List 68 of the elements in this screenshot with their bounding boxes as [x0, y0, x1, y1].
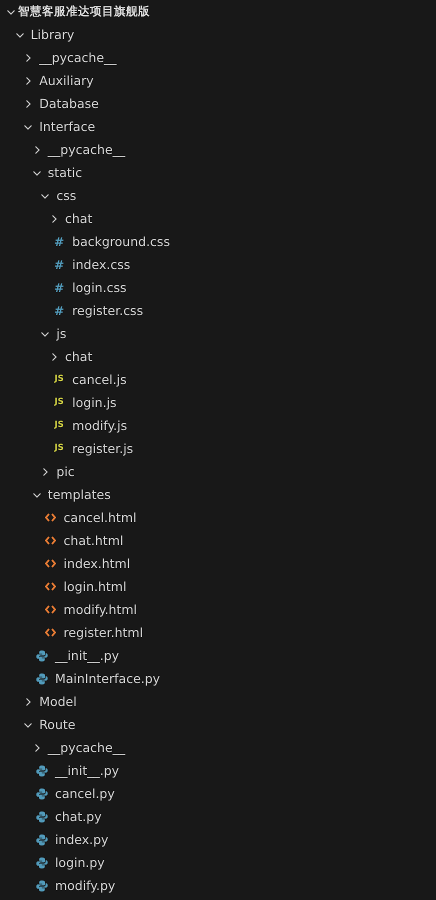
project-title[interactable]: 智慧客服准达项目旗舰版 — [18, 4, 150, 19]
file-name[interactable]: MainInterface.py — [54, 671, 160, 686]
chevron-right-icon[interactable] — [49, 352, 59, 362]
hash-icon: # — [54, 304, 64, 316]
folder-name[interactable]: Model — [39, 694, 77, 709]
folder-name[interactable]: templates — [48, 487, 111, 502]
file-name[interactable]: chat.py — [54, 809, 102, 824]
file-name[interactable]: modify.py — [54, 878, 116, 893]
folder-name[interactable]: chat — [65, 349, 92, 364]
folder-name[interactable]: chat — [65, 211, 92, 226]
snake-icon — [36, 856, 48, 868]
hash-icon: # — [54, 258, 64, 270]
angle-brackets-icon — [45, 559, 56, 568]
folder-name[interactable]: __pycache__ — [48, 740, 126, 755]
chevron-right-icon[interactable] — [23, 98, 34, 108]
angle-brackets-icon — [45, 605, 56, 614]
file-name[interactable]: register.js — [72, 441, 134, 456]
folder-name[interactable]: Library — [30, 27, 74, 42]
angle-brackets-icon — [45, 536, 56, 545]
folder-name[interactable]: css — [56, 188, 76, 203]
file-name[interactable]: __init__.py — [54, 763, 120, 778]
file-name[interactable]: cancel.html — [64, 510, 136, 525]
snake-icon — [36, 834, 48, 846]
file-name[interactable]: login.html — [64, 579, 126, 594]
folder-name[interactable]: js — [56, 326, 66, 341]
folder-name[interactable]: pic — [56, 464, 75, 479]
file-name[interactable]: cancel.js — [72, 372, 127, 387]
file-name[interactable]: login.css — [72, 280, 126, 295]
file-name[interactable]: index.py — [54, 832, 108, 847]
angle-brackets-icon — [45, 582, 56, 591]
file-name[interactable]: register.html — [64, 625, 144, 640]
file-name[interactable]: login.js — [72, 395, 117, 410]
snake-icon — [36, 810, 48, 822]
folder-name[interactable]: Interface — [39, 119, 96, 134]
file-name[interactable]: background.css — [72, 234, 170, 249]
file-name[interactable]: index.css — [72, 257, 130, 272]
angle-brackets-icon — [45, 513, 56, 522]
chevron-right-icon[interactable] — [49, 214, 59, 224]
snake-icon — [36, 880, 48, 892]
angle-brackets-icon — [45, 628, 56, 637]
hash-icon: # — [54, 282, 64, 294]
chevron-right-icon[interactable] — [23, 696, 34, 706]
snake-icon — [36, 650, 48, 662]
file-name[interactable]: modify.js — [72, 418, 128, 433]
snake-icon — [36, 672, 48, 684]
file-name[interactable]: cancel.py — [54, 786, 115, 801]
folder-name[interactable]: __pycache__ — [48, 142, 126, 157]
chevron-right-icon[interactable] — [23, 76, 34, 86]
chevron-right-icon[interactable] — [23, 52, 34, 62]
file-name[interactable]: modify.html — [64, 602, 138, 617]
file-name[interactable]: register.css — [72, 303, 144, 318]
folder-name[interactable]: Database — [39, 96, 99, 111]
folder-name[interactable]: static — [48, 165, 82, 180]
file-name[interactable]: chat.html — [64, 533, 124, 548]
chevron-right-icon[interactable] — [40, 466, 50, 476]
folder-name[interactable]: Auxiliary — [39, 73, 94, 88]
js-icon: JS — [54, 421, 64, 430]
js-icon: JS — [54, 444, 64, 453]
file-name[interactable]: __init__.py — [54, 648, 120, 663]
folder-name[interactable]: Route — [39, 717, 76, 732]
js-icon: JS — [54, 398, 64, 407]
snake-icon — [36, 764, 48, 776]
folder-name[interactable]: __pycache__ — [39, 50, 117, 65]
snake-icon — [36, 788, 48, 800]
js-icon: JS — [54, 375, 64, 384]
hash-icon: # — [54, 236, 64, 248]
file-name[interactable]: login.py — [54, 855, 105, 870]
file-name[interactable]: index.html — [64, 556, 130, 571]
